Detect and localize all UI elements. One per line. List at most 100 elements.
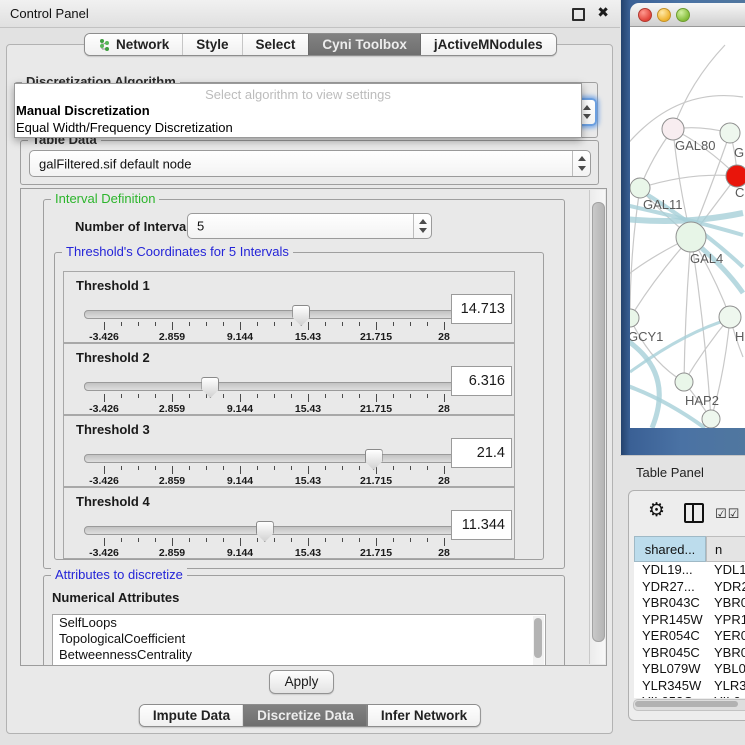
tick-mark (427, 466, 428, 470)
tab-select[interactable]: Select (242, 34, 309, 55)
slider-track[interactable] (84, 310, 456, 319)
cell-name[interactable]: YBL0 (706, 661, 745, 678)
tick-mark (274, 394, 275, 398)
slider-track[interactable] (84, 382, 456, 391)
column-header-name[interactable]: n (706, 536, 745, 562)
table-row[interactable]: YDL19...YDL1 (634, 562, 745, 579)
tick-mark (393, 394, 394, 398)
tab-impute-data[interactable]: Impute Data (140, 705, 243, 726)
table-data-combo[interactable]: galFiltered.sif default node (29, 150, 591, 177)
list-scrollbar[interactable] (533, 616, 544, 666)
tick-mark (410, 466, 411, 470)
cell-shared-name[interactable]: YDL19... (634, 562, 706, 579)
algorithm-option-equal-width-frequency-discretization[interactable]: Equal Width/Frequency Discretization (16, 120, 233, 135)
network-window-titlebar[interactable] (630, 3, 745, 27)
tick-mark (206, 322, 207, 326)
table-row[interactable]: YDR27...YDR2 (634, 579, 745, 596)
table-panel-title: Table Panel (636, 465, 704, 480)
cell-name[interactable]: YDR2 (706, 579, 745, 596)
split-columns-icon[interactable] (684, 503, 704, 523)
cell-shared-name[interactable]: YIL052C (634, 694, 706, 698)
table-row[interactable]: YIL052CYIL0 (634, 694, 745, 698)
tab-label: Infer Network (381, 708, 467, 723)
column-header-shared-name[interactable]: shared... (634, 536, 706, 562)
tab-style[interactable]: Style (182, 34, 241, 55)
combo-stepper-icon[interactable] (572, 151, 590, 176)
tab-discretize-data[interactable]: Discretize Data (243, 705, 367, 726)
tick-mark (206, 466, 207, 470)
cell-name[interactable]: YBR0 (706, 595, 745, 612)
float-window-icon[interactable] (572, 8, 585, 21)
zoom-traffic-light-icon[interactable] (676, 8, 690, 22)
threshold-value-field[interactable]: 11.344 (451, 510, 512, 540)
cell-name[interactable]: YPR1 (706, 612, 745, 629)
threshold-slider[interactable]: -3.4262.8599.14415.4321.71528 (84, 454, 456, 484)
tick-mark (325, 538, 326, 542)
tick-mark (121, 394, 122, 398)
cell-name[interactable]: YBR0 (706, 645, 745, 662)
num-intervals-label: Number of Intervals (75, 219, 197, 234)
cell-name[interactable]: YER0 (706, 628, 745, 645)
algorithm-option-manual-discretization[interactable]: Manual Discretization (16, 103, 150, 118)
table-row[interactable]: YBL079WYBL0 (634, 661, 745, 678)
tab-jactivemnodules[interactable]: jActiveMNodules (420, 34, 556, 55)
num-intervals-combo[interactable]: 5 (187, 213, 432, 239)
red-node (726, 165, 745, 187)
node-table[interactable]: shared... n YDL19...YDL1YDR27...YDR2YBR0… (634, 536, 745, 698)
cell-shared-name[interactable]: YBR045C (634, 645, 706, 662)
threshold-value-field[interactable]: 21.4 (451, 438, 512, 468)
panel-title: Control Panel (10, 6, 89, 21)
table-horizontal-scrollbar[interactable] (633, 699, 745, 711)
select-columns-icon[interactable]: ☑☑ (715, 506, 740, 522)
threshold-slider[interactable]: -3.4262.8599.14415.4321.71528 (84, 382, 456, 412)
cell-name[interactable]: YDL1 (706, 562, 745, 579)
tab-network[interactable]: Network (85, 34, 182, 55)
slider-track[interactable] (84, 454, 456, 463)
cell-shared-name[interactable]: YER054C (634, 628, 706, 645)
table-scrollbar-thumb[interactable] (635, 701, 738, 707)
apply-button[interactable]: Apply (269, 670, 334, 694)
cell-name[interactable]: YIL0 (706, 694, 745, 698)
table-row[interactable]: YLR345WYLR3 (634, 678, 745, 695)
tab-cyni-toolbox[interactable]: Cyni Toolbox (308, 34, 420, 55)
numerical-attributes-label: Numerical Attributes (52, 590, 179, 605)
list-scrollbar-thumb[interactable] (534, 618, 542, 658)
combo-stepper-icon[interactable] (413, 214, 431, 238)
cell-shared-name[interactable]: YBL079W (634, 661, 706, 678)
cell-shared-name[interactable]: YLR345W (634, 678, 706, 695)
tick-mark (189, 538, 190, 542)
tick-mark (240, 466, 241, 474)
attribute-item-selfloops[interactable]: SelfLoops (53, 615, 545, 631)
table-row[interactable]: YER054CYER0 (634, 628, 745, 645)
threshold-slider[interactable]: -3.4262.8599.14415.4321.71528 (84, 310, 456, 340)
tick-mark (121, 538, 122, 542)
tick-mark (376, 394, 377, 402)
top-tabs: NetworkStyleSelectCyni ToolboxjActiveMNo… (84, 33, 557, 56)
settings-scrollbar-thumb[interactable] (592, 202, 605, 642)
tab-infer-network[interactable]: Infer Network (367, 705, 480, 726)
attribute-item-betweennesscentrality[interactable]: BetweennessCentrality (53, 647, 545, 663)
table-row[interactable]: YBR045CYBR0 (634, 645, 745, 662)
threshold-value-field[interactable]: 6.316 (451, 366, 512, 396)
threshold-slider[interactable]: -3.4262.8599.14415.4321.71528 (84, 526, 456, 556)
settings-scrollbar[interactable] (589, 190, 605, 664)
gear-icon[interactable]: ⚙ (648, 499, 665, 522)
table-row[interactable]: YPR145WYPR1 (634, 612, 745, 629)
tick-mark (121, 322, 122, 326)
cell-name[interactable]: YLR3 (706, 678, 745, 695)
cell-shared-name[interactable]: YPR145W (634, 612, 706, 629)
tick-mark (257, 538, 258, 542)
cell-shared-name[interactable]: YBR043C (634, 595, 706, 612)
attribute-item-topologicalcoefficient[interactable]: TopologicalCoefficient (53, 631, 545, 647)
cell-shared-name[interactable]: YDR27... (634, 579, 706, 596)
tick-mark (274, 322, 275, 326)
close-icon[interactable]: ✖ (597, 4, 609, 21)
tick-mark (172, 322, 173, 330)
network-canvas[interactable]: GAL80GCGAL11GAL4GCY1HHAP2 (630, 27, 745, 428)
tick-mark (206, 538, 207, 542)
close-traffic-light-icon[interactable] (638, 8, 652, 22)
minimize-traffic-light-icon[interactable] (657, 8, 671, 22)
numerical-attributes-list[interactable]: SelfLoopsTopologicalCoefficientBetweenne… (52, 614, 546, 666)
table-row[interactable]: YBR043CYBR0 (634, 595, 745, 612)
threshold-value-field[interactable]: 14.713 (451, 294, 512, 324)
